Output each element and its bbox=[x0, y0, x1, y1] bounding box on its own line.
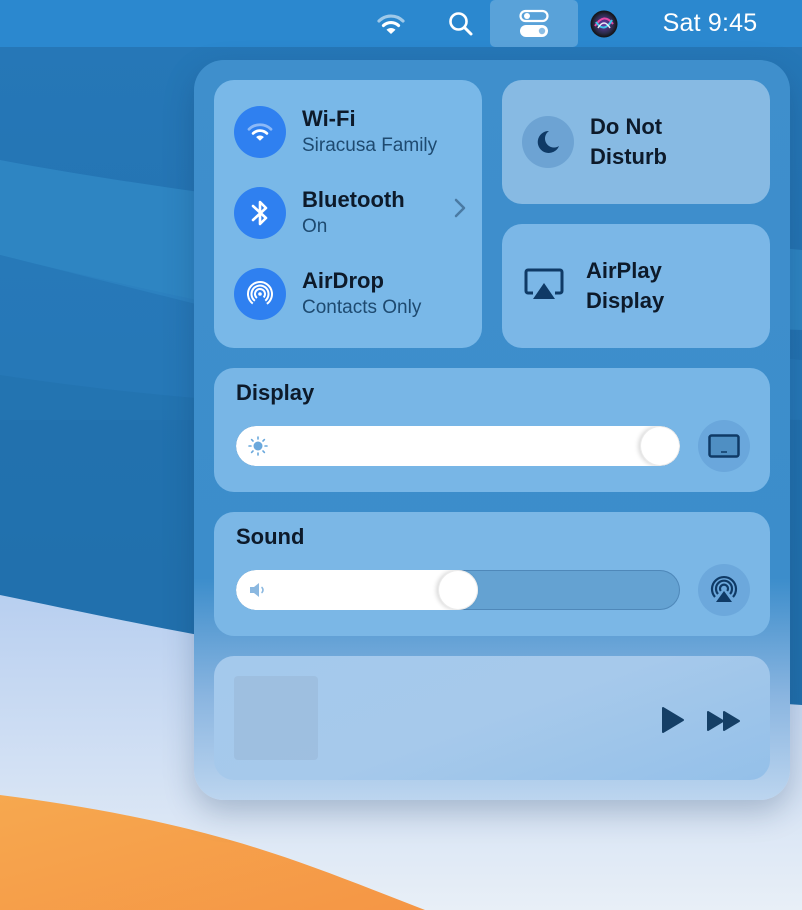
brightness-slider-fill bbox=[236, 426, 680, 466]
menubar-clock[interactable]: Sat 9:45 bbox=[646, 0, 774, 47]
search-icon bbox=[449, 11, 473, 35]
control-center-panel: Wi-Fi Siracusa Family Bluetooth On AirDr… bbox=[194, 60, 790, 800]
speaker-icon bbox=[250, 583, 264, 597]
album-artwork-placeholder bbox=[234, 676, 318, 760]
display-settings-button[interactable] bbox=[698, 420, 750, 472]
airdrop-status: Contacts Only bbox=[302, 297, 422, 318]
volume-slider-knob[interactable] bbox=[438, 570, 478, 610]
display-tile: Display bbox=[214, 368, 770, 492]
do-not-disturb-button[interactable] bbox=[522, 116, 574, 168]
wifi-icon bbox=[377, 13, 405, 34]
bluetooth-button[interactable] bbox=[234, 187, 286, 239]
wifi-icon bbox=[247, 123, 273, 141]
display-title: Display bbox=[236, 380, 315, 405]
network-tile: Wi-Fi Siracusa Family Bluetooth On AirDr… bbox=[214, 80, 482, 348]
wifi-title: Wi-Fi bbox=[302, 106, 356, 131]
display-icon bbox=[708, 434, 740, 458]
bluetooth-title: Bluetooth bbox=[302, 187, 405, 212]
airplay-audio-icon bbox=[710, 575, 738, 602]
bluetooth-toggle[interactable]: Bluetooth On bbox=[234, 185, 405, 241]
menubar-siri-button[interactable] bbox=[584, 0, 624, 47]
dnd-label-line1: Do Not bbox=[590, 114, 663, 139]
bluetooth-icon bbox=[251, 200, 268, 226]
sound-tile: Sound bbox=[214, 512, 770, 636]
now-playing-tile bbox=[214, 656, 770, 780]
bluetooth-status: On bbox=[302, 216, 328, 237]
airdrop-button[interactable] bbox=[234, 268, 286, 320]
dnd-label-line2: Disturb bbox=[590, 144, 667, 169]
volume-slider[interactable] bbox=[236, 570, 680, 610]
menubar-spotlight-button[interactable] bbox=[440, 0, 482, 47]
menubar-control-center-button[interactable] bbox=[490, 0, 578, 47]
fast-forward-button[interactable] bbox=[706, 709, 742, 738]
airplay-display-icon bbox=[524, 268, 564, 299]
brightness-slider-knob[interactable] bbox=[640, 426, 680, 466]
wifi-toggle[interactable]: Wi-Fi Siracusa Family bbox=[234, 104, 437, 160]
play-icon bbox=[662, 707, 684, 733]
airdrop-title: AirDrop bbox=[302, 268, 384, 293]
moon-icon bbox=[537, 130, 559, 153]
menu-bar: Sat 9:45 bbox=[0, 0, 802, 47]
airdrop-toggle[interactable]: AirDrop Contacts Only bbox=[234, 266, 421, 322]
siri-icon bbox=[590, 10, 618, 37]
bluetooth-chevron-button[interactable] bbox=[454, 198, 466, 223]
chevron-right-icon bbox=[454, 198, 466, 218]
airplay-display-tile[interactable]: AirPlay Display bbox=[502, 224, 770, 348]
sound-title: Sound bbox=[236, 524, 305, 549]
wifi-button[interactable] bbox=[234, 106, 286, 158]
airplay-display-label: AirPlay Display bbox=[586, 256, 664, 316]
brightness-slider[interactable] bbox=[236, 426, 680, 466]
do-not-disturb-label: Do Not Disturb bbox=[590, 112, 667, 172]
wifi-network-name: Siracusa Family bbox=[302, 135, 438, 156]
menubar-wifi-button[interactable] bbox=[370, 0, 412, 47]
audio-output-button[interactable] bbox=[698, 564, 750, 616]
control-center-icon bbox=[519, 9, 549, 37]
do-not-disturb-tile[interactable]: Do Not Disturb bbox=[502, 80, 770, 204]
airdrop-icon bbox=[247, 281, 273, 307]
airplay-label-line1: AirPlay bbox=[586, 258, 662, 283]
fast-forward-icon bbox=[707, 711, 740, 731]
play-button[interactable] bbox=[660, 706, 686, 739]
sun-icon bbox=[248, 436, 268, 456]
airplay-label-line2: Display bbox=[586, 288, 665, 313]
